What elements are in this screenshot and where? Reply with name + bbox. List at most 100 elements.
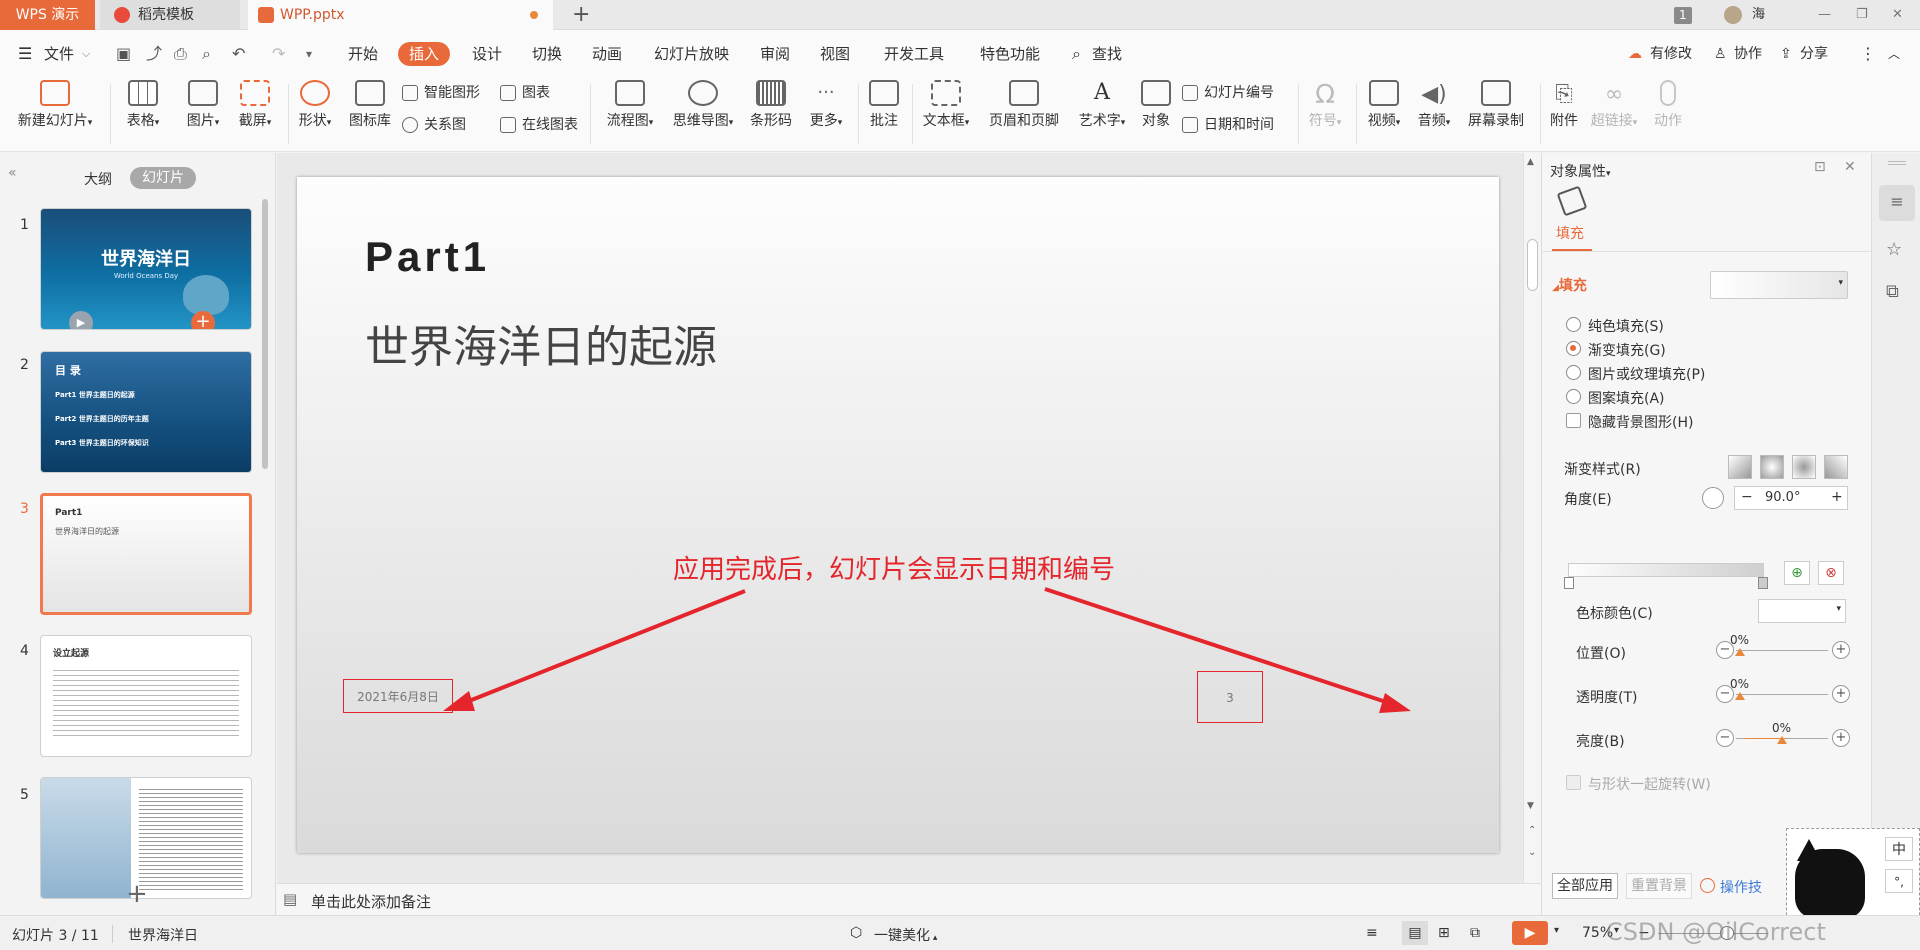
menu-design[interactable]: 设计 xyxy=(472,42,502,66)
undo-icon[interactable]: ↶ xyxy=(232,42,245,66)
wps-app-tab[interactable]: WPS 演示 xyxy=(0,0,95,30)
properties-icon[interactable]: ≡ xyxy=(1879,185,1915,221)
close-icon[interactable]: ✕ xyxy=(1892,0,1903,30)
play-slideshow-button[interactable]: ▶ xyxy=(1512,921,1548,945)
next-slide-icon[interactable]: ⌄ xyxy=(1528,847,1536,858)
normal-view-icon[interactable]: ▤ xyxy=(1402,921,1428,945)
angle-value[interactable]: 90.0° xyxy=(1765,490,1800,505)
menu-insert[interactable]: 插入 xyxy=(398,42,451,66)
user-name[interactable]: 海 xyxy=(1752,0,1765,30)
position-increase[interactable]: + xyxy=(1832,641,1850,659)
prev-slide-icon[interactable]: ⌃ xyxy=(1528,825,1536,836)
symbol-button[interactable]: Ω 符号▾ xyxy=(1304,80,1346,130)
header-footer-button[interactable]: 页眉和页脚 xyxy=(986,80,1062,130)
tips-link[interactable]: 操作技 xyxy=(1720,877,1762,897)
export-icon[interactable]: ⤴ xyxy=(146,42,162,66)
slide-thumbnail-1[interactable]: 世界海洋日 World Oceans Day ▶ + xyxy=(40,208,252,330)
comment-button[interactable]: 批注 xyxy=(866,80,902,130)
scroll-thumb[interactable] xyxy=(1527,239,1538,291)
angle-stepper[interactable]: − 90.0° + xyxy=(1734,486,1848,510)
video-button[interactable]: 视频▾ xyxy=(1362,80,1406,130)
menu-features[interactable]: 特色功能 xyxy=(980,42,1040,66)
slide-number-button[interactable]: 幻灯片编号 xyxy=(1182,84,1274,102)
gradient-fill-label[interactable]: 渐变填充(G) xyxy=(1588,340,1666,360)
gradient-bar[interactable] xyxy=(1568,563,1764,577)
pattern-fill-radio[interactable] xyxy=(1566,389,1581,404)
redo-icon[interactable]: ↷ xyxy=(272,42,285,66)
document-tab[interactable]: WPP.pptx xyxy=(248,0,553,30)
date-placeholder[interactable]: 2021年6月8日 xyxy=(343,679,453,713)
new-tab-button[interactable]: + xyxy=(572,0,590,30)
more-icon[interactable]: ⋮ xyxy=(1860,42,1876,66)
play-options-icon[interactable]: ▾ xyxy=(1554,925,1559,936)
animation-icon[interactable]: ☆ xyxy=(1886,239,1902,260)
attachment-button[interactable]: ⎘ 附件 xyxy=(1546,80,1582,130)
scroll-down-icon[interactable]: ▼ xyxy=(1527,801,1534,811)
menu-home[interactable]: 开始 xyxy=(348,42,378,66)
picture-fill-label[interactable]: 图片或纹理填充(P) xyxy=(1588,364,1705,384)
textbox-button[interactable]: 文本框▾ xyxy=(918,80,974,130)
transparency-increase[interactable]: + xyxy=(1832,685,1850,703)
pattern-fill-label[interactable]: 图案填充(A) xyxy=(1588,388,1665,408)
customize-icon[interactable]: ▾ xyxy=(306,42,312,66)
brightness-thumb[interactable] xyxy=(1777,736,1787,744)
audio-button[interactable]: ◀) 音频▾ xyxy=(1412,80,1456,130)
flowchart-button[interactable]: 流程图▾ xyxy=(600,80,660,130)
rotate-with-shape-checkbox[interactable] xyxy=(1566,775,1581,790)
more-button[interactable]: ··· 更多▾ xyxy=(804,80,848,130)
position-slider[interactable] xyxy=(1736,650,1828,651)
relation-button[interactable]: 关系图 xyxy=(402,116,466,134)
picture-button[interactable]: 图片▾ xyxy=(180,80,226,130)
search-button[interactable]: 查找 xyxy=(1092,42,1122,66)
date-time-button[interactable]: 日期和时间 xyxy=(1182,116,1274,134)
hide-background-label[interactable]: 隐藏背景图形(H) xyxy=(1588,412,1693,432)
menu-slideshow[interactable]: 幻灯片放映 xyxy=(654,42,729,66)
minimize-icon[interactable]: — xyxy=(1818,0,1831,30)
screenshot-button[interactable]: 截屏▾ xyxy=(232,80,278,130)
hamburger-icon[interactable]: ☰ xyxy=(18,42,32,66)
close-panel-icon[interactable]: ✕ xyxy=(1844,159,1856,175)
notes-toggle-icon[interactable]: ≡ xyxy=(1366,925,1378,941)
action-button[interactable]: 动作 xyxy=(1650,80,1686,130)
slide-thumbnail-4[interactable]: 设立起源 xyxy=(40,635,252,757)
remove-stop-icon[interactable]: ⊗ xyxy=(1818,561,1844,585)
reset-background-button[interactable]: 重置背景 xyxy=(1626,873,1692,899)
hide-background-checkbox[interactable] xyxy=(1566,413,1581,428)
modified-button[interactable]: 有修改 xyxy=(1650,42,1692,66)
tips-icon[interactable] xyxy=(1700,878,1715,893)
slide-thumbnail-2[interactable]: 目 录 Part1 世界主题日的起源 Part2 世界主题日的历年主题 Part… xyxy=(40,351,252,473)
search-icon[interactable]: ⌕ xyxy=(1072,42,1081,66)
theme-name[interactable]: 世界海洋日 xyxy=(128,925,198,945)
stop-color-dropdown[interactable]: ▾ xyxy=(1758,599,1846,623)
menu-animation[interactable]: 动画 xyxy=(592,42,622,66)
beautify-icon[interactable]: ⬡ xyxy=(850,925,862,941)
outline-tab[interactable]: 大纲 xyxy=(84,169,112,189)
apply-all-button[interactable]: 全部应用 xyxy=(1552,873,1618,899)
brightness-increase[interactable]: + xyxy=(1832,729,1850,747)
mindmap-button[interactable]: 思维导图▾ xyxy=(666,80,740,130)
slides-tab[interactable]: 幻灯片 xyxy=(130,167,196,189)
barcode-button[interactable]: 条形码 xyxy=(746,80,796,130)
collapse-panel-icon[interactable]: « xyxy=(8,165,17,181)
chart-button[interactable]: 图表 xyxy=(500,84,550,102)
table-button[interactable]: 表格▾ xyxy=(118,80,168,130)
brightness-decrease[interactable]: − xyxy=(1716,729,1734,747)
ime-language-button[interactable]: 中 xyxy=(1885,837,1913,861)
screen-record-button[interactable]: 屏幕录制 xyxy=(1462,80,1530,130)
window-count-badge[interactable]: 1 xyxy=(1674,7,1692,24)
ime-punct-button[interactable]: °, xyxy=(1885,869,1913,893)
reading-view-icon[interactable]: ⧉ xyxy=(1470,925,1480,941)
gradient-style-radial[interactable] xyxy=(1760,455,1784,479)
collab-icon[interactable]: ♙ xyxy=(1714,42,1727,66)
wordart-button[interactable]: A 艺术字▾ xyxy=(1072,80,1132,130)
cloud-icon[interactable]: ☁ xyxy=(1628,42,1642,66)
angle-increase[interactable]: + xyxy=(1831,489,1843,505)
menu-transition[interactable]: 切换 xyxy=(532,42,562,66)
transition-icon[interactable]: ⧉ xyxy=(1886,281,1899,302)
file-menu[interactable]: 文件 xyxy=(44,42,74,66)
thumbnail-scrollbar[interactable] xyxy=(262,199,268,469)
hyperlink-button[interactable]: ∞ 超链接▾ xyxy=(1588,80,1640,130)
scroll-up-icon[interactable]: ▲ xyxy=(1527,157,1534,167)
print-icon[interactable]: ⎙ xyxy=(174,42,187,66)
fill-section-toggle[interactable]: ◢填充 xyxy=(1552,275,1587,295)
